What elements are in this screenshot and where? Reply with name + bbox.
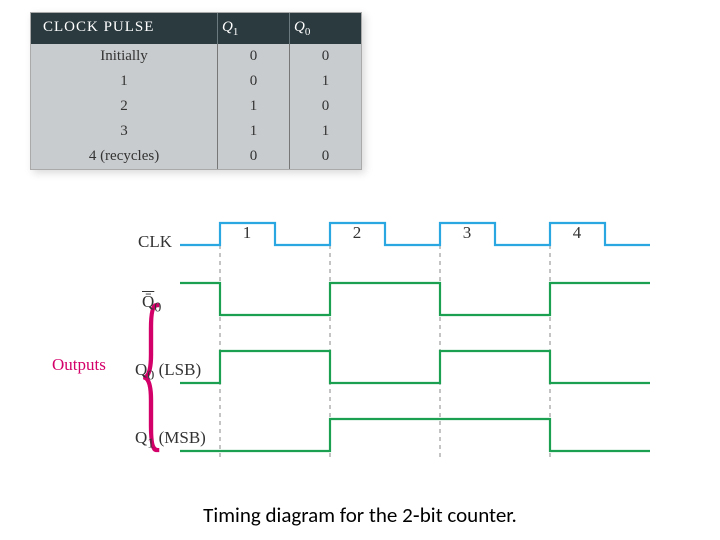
table-row: 4 (recycles)00 (31, 144, 361, 169)
state-table: CLOCK PULSE Q1 Q0 Initially00 101 210 31… (30, 12, 362, 170)
table-row: 101 (31, 69, 361, 94)
figure-caption: Timing diagram for the 2‑bit counter. (0, 502, 720, 528)
table-row: 311 (31, 119, 361, 144)
table-row: 210 (31, 94, 361, 119)
header-q1: Q1 (217, 13, 289, 44)
state-table-body: Initially00 101 210 311 4 (recycles)00 (31, 44, 361, 169)
header-clock-pulse: CLOCK PULSE (31, 13, 217, 44)
timing-diagram: 1 2 3 4 (50, 215, 670, 485)
pulse-label-1: 1 (243, 223, 252, 242)
header-q0: Q0 (289, 13, 361, 44)
pulse-label-2: 2 (353, 223, 362, 242)
table-row: Initially00 (31, 44, 361, 69)
state-table-header: CLOCK PULSE Q1 Q0 (31, 13, 361, 44)
pulse-label-3: 3 (463, 223, 472, 242)
pulse-label-4: 4 (573, 223, 582, 242)
